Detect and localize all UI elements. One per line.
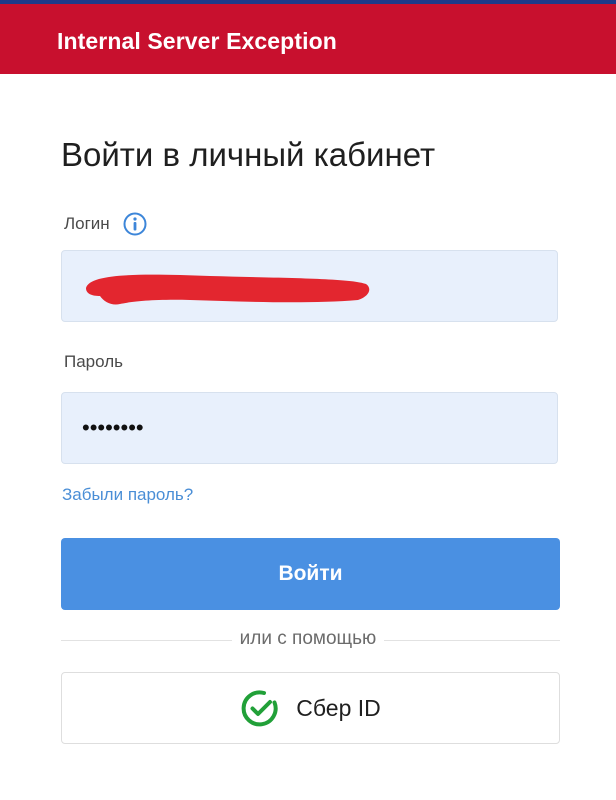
redaction-mark bbox=[86, 274, 370, 305]
header-title: Internal Server Exception bbox=[57, 28, 337, 54]
divider-text: или с помощью bbox=[0, 628, 616, 650]
divider-label: или с помощью bbox=[231, 628, 385, 649]
page-title: Войти в личный кабинет bbox=[61, 136, 436, 173]
sber-check-icon bbox=[241, 690, 278, 727]
info-icon[interactable] bbox=[123, 212, 147, 236]
login-button[interactable]: Войти bbox=[61, 538, 560, 610]
login-page: Internal Server Exception Войти в личный… bbox=[0, 0, 616, 800]
forgot-password-link[interactable]: Забыли пароль? bbox=[62, 485, 193, 505]
login-label: Логин bbox=[64, 214, 110, 233]
password-label: Пароль bbox=[64, 352, 123, 371]
sber-id-button[interactable]: Сбер ID bbox=[61, 672, 560, 744]
sber-id-label: Сбер ID bbox=[296, 694, 381, 721]
password-field[interactable] bbox=[61, 392, 558, 464]
header-bar: Internal Server Exception bbox=[0, 4, 616, 74]
password-input[interactable] bbox=[62, 393, 557, 463]
